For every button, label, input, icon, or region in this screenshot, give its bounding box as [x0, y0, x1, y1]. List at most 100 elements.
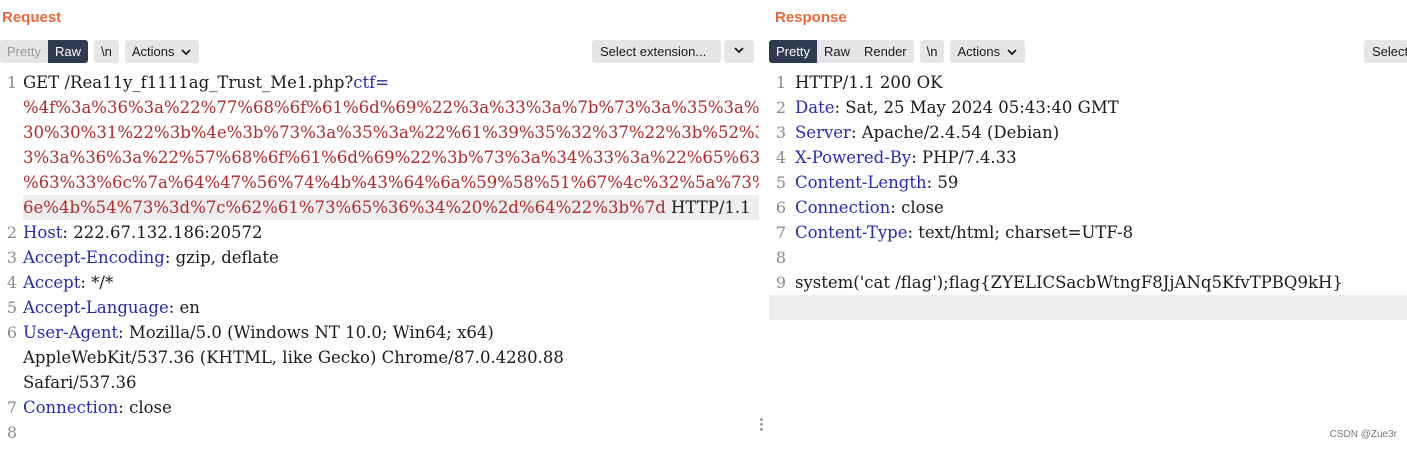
- header-value: : Sat, 25 May 2024 05:43:40 GMT: [834, 98, 1119, 117]
- line-number: 2: [775, 98, 786, 117]
- line-number: 1: [775, 73, 786, 92]
- request-select-extension-dropdown[interactable]: [724, 40, 754, 63]
- header-key: Connection: [795, 198, 891, 217]
- request-line: GET /Rea11y_f1111ag_Trust_Me1.php?ctf=: [23, 70, 759, 95]
- line-number: 4: [6, 273, 17, 292]
- header-line: Accept: */*: [23, 270, 759, 295]
- header-value: : PHP/7.4.33: [911, 148, 1017, 167]
- header-line: Host: 222.67.132.186:20572: [23, 220, 759, 245]
- response-toolbar: Pretty Raw Render \n Actions: [769, 40, 1026, 63]
- header-value-wrap: Safari/537.36: [23, 373, 137, 392]
- header-line: User-Agent: Mozilla/5.0 (Windows NT 10.0…: [23, 320, 759, 345]
- pane-resize-grip-icon[interactable]: [760, 418, 764, 434]
- http-version: HTTP/1.1: [665, 198, 751, 217]
- header-key: Date: [795, 98, 835, 117]
- header-value: : */*: [80, 273, 114, 292]
- line-number: 9: [775, 273, 786, 292]
- header-key: Host: [23, 223, 63, 242]
- request-title: Request: [2, 9, 62, 26]
- header-key: X-Powered-By: [795, 148, 912, 167]
- line-number: 3: [6, 248, 17, 267]
- header-value-wrap: AppleWebKit/537.36 (KHTML, like Gecko) C…: [23, 348, 564, 367]
- line-number: 2: [6, 223, 17, 242]
- header-key: Content-Length: [795, 173, 927, 192]
- line-number: 1: [6, 73, 17, 92]
- header-value: : 222.67.132.186:20572: [62, 223, 263, 242]
- response-pane: Response Pretty Raw Render \n Actions Se…: [769, 0, 1407, 449]
- response-view-tabs: Pretty Raw Render: [769, 40, 914, 63]
- header-line: Connection: close: [23, 395, 759, 420]
- query-param-value: %63%33%6c%7a%64%47%56%74%4b%43%64%6a%59%…: [23, 173, 759, 192]
- header-value: : close: [890, 198, 944, 217]
- header-value: : text/html; charset=UTF-8: [907, 223, 1134, 242]
- header-value: : 59: [926, 173, 959, 192]
- request-actions-button[interactable]: Actions: [124, 40, 200, 63]
- request-code: GET /Rea11y_f1111ag_Trust_Me1.php?ctf= %…: [23, 70, 759, 449]
- query-param-value: 30%30%31%22%3b%4e%3b%73%3a%35%3a%22%61%3…: [23, 123, 759, 142]
- response-title: Response: [775, 9, 847, 26]
- header-key: Server: [795, 123, 851, 142]
- header-value: : close: [118, 398, 172, 417]
- response-tab-render[interactable]: Render: [856, 40, 914, 63]
- request-path: /Rea11y_f1111ag_Trust_Me1.php?: [64, 73, 354, 92]
- pane-divider[interactable]: [759, 0, 769, 449]
- query-param-value: 3%3a%36%3a%22%57%68%6f%61%6d%69%22%3b%73…: [23, 148, 759, 167]
- line-number: 6: [6, 323, 17, 342]
- request-view-tabs: Pretty Raw: [0, 40, 88, 63]
- header-line: Accept-Encoding: gzip, deflate: [23, 245, 759, 270]
- header-line: Content-Length: 59: [795, 170, 1407, 195]
- header-value: : Apache/2.4.54 (Debian): [850, 123, 1060, 142]
- response-newline-toggle[interactable]: \n: [919, 40, 945, 63]
- header-key: Accept: [23, 273, 81, 292]
- line-number: 3: [775, 123, 786, 142]
- header-key: Accept-Language: [23, 298, 169, 317]
- line-number: 5: [6, 298, 17, 317]
- header-key: Accept-Encoding: [23, 248, 165, 267]
- status-line: HTTP/1.1 200 OK: [795, 73, 943, 92]
- response-tab-raw[interactable]: Raw: [816, 40, 857, 63]
- request-select-extension[interactable]: Select extension...: [592, 40, 721, 63]
- line-number: 4: [775, 148, 786, 167]
- request-actions-label: Actions: [131, 44, 175, 59]
- chevron-down-icon: [1006, 46, 1018, 58]
- chevron-down-icon: [180, 46, 192, 58]
- request-tab-pretty[interactable]: Pretty: [0, 40, 48, 63]
- response-actions-button[interactable]: Actions: [950, 40, 1026, 63]
- header-value: : en: [168, 298, 200, 317]
- request-pane: Request Pretty Raw \n Actions Select ext…: [0, 0, 759, 449]
- header-line: Accept-Language: en: [23, 295, 759, 320]
- header-key: Content-Type: [795, 223, 908, 242]
- request-editor[interactable]: 1 2 3 4 5 6 7 8 GET /Rea11y_f1111ag_Trus…: [0, 70, 759, 449]
- line-number: 7: [775, 223, 786, 242]
- response-actions-label: Actions: [957, 44, 1001, 59]
- line-number: 6: [775, 198, 786, 217]
- request-method: GET: [23, 73, 65, 92]
- line-number: 8: [6, 423, 17, 442]
- response-line-gutter: 1 2 3 4 5 6 7 8 9 10: [769, 70, 789, 449]
- response-tab-pretty[interactable]: Pretty: [769, 40, 817, 63]
- header-line: Connection: close: [795, 195, 1407, 220]
- header-line: Server: Apache/2.4.54 (Debian): [795, 120, 1407, 145]
- request-newline-toggle[interactable]: \n: [93, 40, 119, 63]
- header-key: User-Agent: [23, 323, 119, 342]
- query-param-name: ctf: [353, 73, 376, 92]
- chevron-down-icon: [733, 43, 745, 61]
- header-key: Connection: [23, 398, 119, 417]
- header-line: Date: Sat, 25 May 2024 05:43:40 GMT: [795, 95, 1407, 120]
- response-select-extension[interactable]: Select: [1364, 40, 1407, 63]
- line-number: 5: [775, 173, 786, 192]
- line-number: 7: [6, 398, 17, 417]
- request-toolbar: Pretty Raw \n Actions: [0, 40, 200, 63]
- response-code: HTTP/1.1 200 OK Date: Sat, 25 May 2024 0…: [769, 70, 1407, 449]
- query-param-equals: =: [375, 73, 390, 92]
- line-number: 8: [775, 248, 786, 267]
- request-tab-raw[interactable]: Raw: [47, 40, 88, 63]
- query-param-value: 6e%4b%54%73%3d%7c%62%61%73%65%36%34%20%2…: [23, 198, 666, 217]
- response-editor[interactable]: 1 2 3 4 5 6 7 8 9 10 HTTP/1.1 200 OK Dat…: [769, 70, 1407, 449]
- header-value: : gzip, deflate: [164, 248, 279, 267]
- watermark: CSDN @Zue3r: [1329, 429, 1397, 440]
- header-line: X-Powered-By: PHP/7.4.33: [795, 145, 1407, 170]
- response-line-current: [769, 295, 1407, 320]
- query-param-value: %4f%3a%36%3a%22%77%68%6f%61%6d%69%22%3a%…: [23, 98, 759, 117]
- header-line: Content-Type: text/html; charset=UTF-8: [795, 220, 1407, 245]
